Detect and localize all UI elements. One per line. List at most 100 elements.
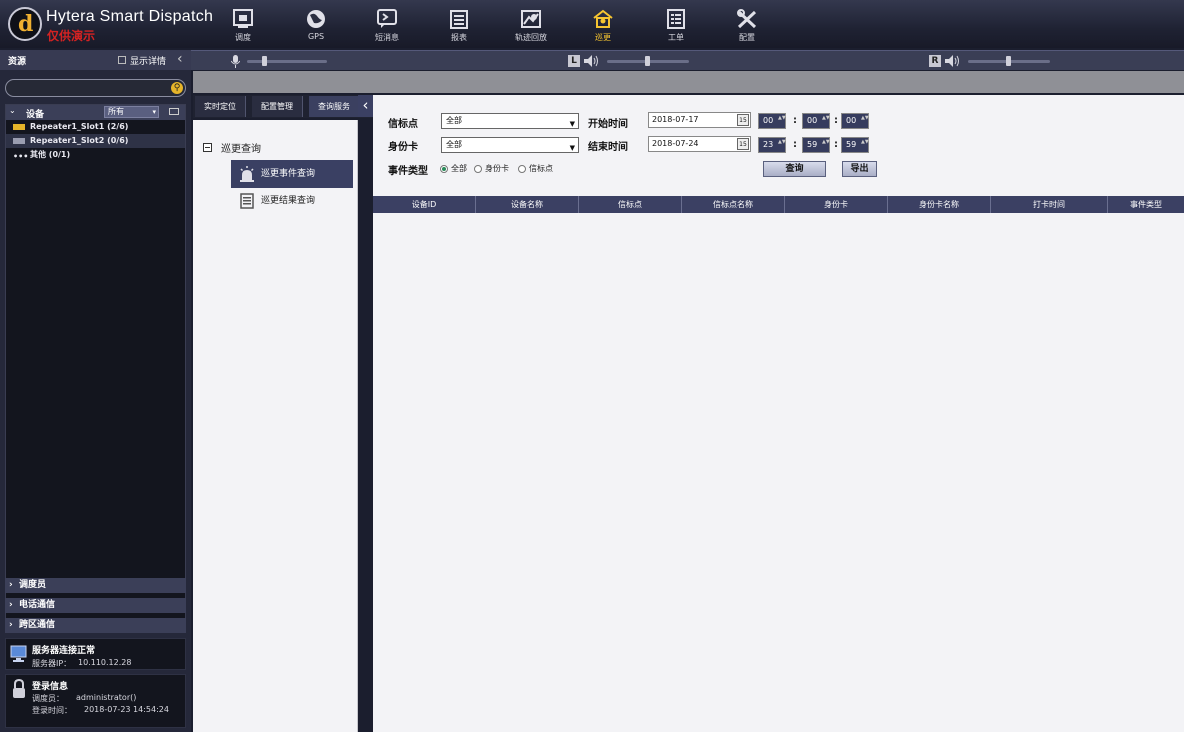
column-header[interactable]: 身份卡名称 [888, 196, 991, 213]
group-telephony[interactable]: › 电话通信 [5, 598, 186, 613]
globe-icon [307, 10, 325, 28]
query-button[interactable]: 查询 [763, 161, 826, 177]
radio-indicator [440, 165, 448, 173]
tab-query-service[interactable]: 查询服务 [309, 96, 360, 117]
column-header[interactable]: 身份卡 [785, 196, 888, 213]
card-select-value: 全部 [446, 140, 462, 149]
nav-label: 报表 [451, 33, 467, 42]
chevron-right-icon: › [9, 580, 13, 590]
show-details-checkbox[interactable] [118, 56, 126, 64]
export-button[interactable]: 导出 [842, 161, 877, 177]
map-track-icon [521, 10, 541, 28]
microphone-icon [231, 55, 240, 68]
nav-message[interactable]: 短消息 [363, 9, 411, 43]
document-list-icon [240, 193, 254, 209]
show-details-label: 显示详情 [130, 57, 167, 67]
end-minute-spinner[interactable]: 59 ▲▼ [802, 137, 830, 153]
end-minute-value: 59 [807, 140, 818, 149]
card-select[interactable]: 全部 ▼ [441, 137, 579, 153]
spinner-arrows-icon[interactable]: ▲▼ [861, 115, 869, 127]
patrol-result-query-item[interactable]: 巡更结果查询 [231, 187, 353, 215]
column-header[interactable]: 打卡时间 [991, 196, 1108, 213]
event-type-card-radio[interactable]: 身份卡 [474, 164, 509, 174]
spinner-arrows-icon[interactable]: ▲▼ [861, 139, 869, 151]
start-date-input[interactable]: 2018-07-17 15 [648, 112, 751, 128]
end-second-spinner[interactable]: 59 ▲▼ [841, 137, 869, 153]
radio-label: 信标点 [529, 164, 553, 173]
nav-item-label: 巡更事件查询 [261, 169, 316, 179]
column-header[interactable]: 信标点名称 [682, 196, 785, 213]
device-filter-select[interactable]: 所有 ▾ [104, 106, 159, 118]
device-panel-header[interactable]: ⌄ 设备 所有 ▾ [6, 105, 185, 120]
nav-label: 配置 [739, 33, 755, 42]
radio-label: 全部 [451, 164, 467, 173]
mic-volume-slider[interactable] [247, 56, 327, 66]
search-icon[interactable]: ⚲ [171, 82, 183, 94]
left-channel-chip: L [568, 55, 580, 67]
work-order-icon [667, 9, 685, 29]
group-cross-region[interactable]: › 跨区通信 [5, 618, 186, 633]
calendar-icon[interactable]: 15 [737, 138, 749, 150]
calendar-icon[interactable]: 15 [737, 114, 749, 126]
event-type-all-radio[interactable]: 全部 [440, 164, 467, 174]
spinner-arrows-icon[interactable]: ▲▼ [778, 139, 786, 151]
patrol-query-root[interactable]: 巡更查询 [221, 140, 261, 155]
right-volume-slider[interactable] [968, 56, 1050, 66]
chevron-right-icon: › [9, 600, 13, 610]
group-dispatcher[interactable]: › 调度员 [5, 578, 186, 593]
radio-indicator [518, 165, 526, 173]
column-header[interactable]: 设备名称 [476, 196, 579, 213]
patrol-icon [593, 9, 613, 28]
nav-report[interactable]: 报表 [435, 9, 483, 43]
start-minute-spinner[interactable]: 00 ▲▼ [802, 113, 830, 129]
start-second-spinner[interactable]: 00 ▲▼ [841, 113, 869, 129]
slider-knob[interactable] [262, 56, 267, 66]
nav-dispatch[interactable]: 调度 [219, 9, 267, 43]
event-type-beacon-radio[interactable]: 信标点 [518, 164, 553, 174]
end-date-value: 2018-07-24 [652, 139, 699, 148]
tab-config-management[interactable]: 配置管理 [252, 96, 303, 117]
device-item[interactable]: ••• 其他 (0/1) [6, 148, 185, 162]
tab-realtime-location[interactable]: 实时定位 [195, 96, 246, 117]
end-hour-spinner[interactable]: 23 ▲▼ [758, 137, 786, 153]
patrol-event-query-item[interactable]: 巡更事件查询 [231, 160, 353, 188]
repeater-icon [13, 124, 25, 130]
device-item[interactable]: Repeater1_Slot2 (0/6) [6, 134, 185, 148]
left-volume-slider[interactable] [607, 56, 689, 66]
nav-config[interactable]: 配置 [723, 9, 771, 43]
column-header[interactable]: 设备ID [373, 196, 476, 213]
nav-patrol[interactable]: 巡更 [579, 9, 627, 43]
module-tabs: 实时定位 配置管理 查询服务 [193, 95, 373, 118]
brand-title: Hytera Smart Dispatch [46, 8, 214, 25]
dispatcher-value: administrator() [76, 693, 137, 702]
resource-search-input[interactable]: ⚲ [5, 79, 186, 97]
spinner-arrows-icon[interactable]: ▲▼ [822, 115, 830, 127]
sidebar-title: 资源 [8, 57, 27, 67]
dropdown-arrow-icon: ▼ [569, 144, 575, 152]
device-item[interactable]: Repeater1_Slot1 (2/6) [6, 120, 185, 134]
nav-gps[interactable]: GPS [292, 9, 340, 41]
spinner-arrows-icon[interactable]: ▲▼ [778, 115, 786, 127]
tree-collapse-icon[interactable] [203, 143, 212, 152]
start-time-label: 开始时间 [588, 119, 628, 130]
device-title: 设备 [26, 110, 45, 120]
collapse-panel-chevron-left-icon[interactable]: ‹ [358, 95, 373, 117]
beacon-select[interactable]: 全部 ▼ [441, 113, 579, 129]
time-separator: : [834, 115, 838, 126]
column-header[interactable]: 信标点 [579, 196, 682, 213]
slider-knob[interactable] [645, 56, 650, 66]
monitor-icon[interactable] [169, 108, 179, 115]
end-date-input[interactable]: 2018-07-24 15 [648, 136, 751, 152]
chevron-down-icon: ⌄ [9, 106, 16, 115]
nav-work-order[interactable]: 工单 [652, 9, 700, 43]
group-label: 跨区通信 [19, 620, 56, 630]
slider-knob[interactable] [1006, 56, 1011, 66]
server-status-title: 服务器连接正常 [32, 646, 96, 656]
nav-track[interactable]: 轨迹回放 [507, 9, 555, 43]
column-header[interactable]: 事件类型 [1108, 196, 1184, 213]
collapse-sidebar-chevron-left-icon[interactable]: ‹ [177, 51, 183, 67]
app-window: d Hytera Smart Dispatch 仅供演示 调度 GPS 短消息 … [0, 0, 1184, 732]
start-hour-spinner[interactable]: 00 ▲▼ [758, 113, 786, 129]
spinner-arrows-icon[interactable]: ▲▼ [822, 139, 830, 151]
login-info-title: 登录信息 [32, 682, 69, 692]
